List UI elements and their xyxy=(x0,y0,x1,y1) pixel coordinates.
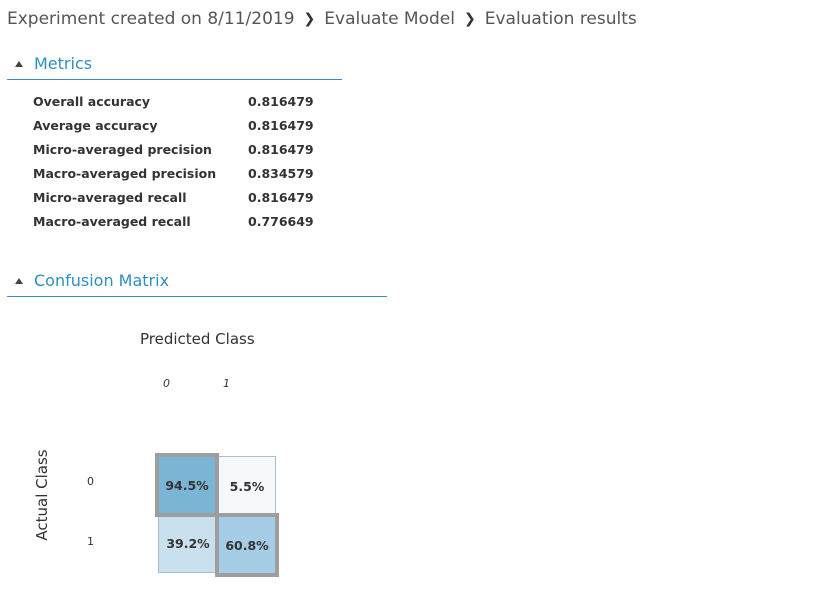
metric-row: Micro-averaged recall 0.816479 xyxy=(33,185,314,209)
chevron-right-icon: ❯ xyxy=(303,11,316,27)
metric-value: 0.816479 xyxy=(248,189,314,205)
matrix-cell: 5.5% xyxy=(218,456,276,516)
breadcrumb: Experiment created on 8/11/2019 ❯ Evalua… xyxy=(7,8,637,30)
matrix-cell: 60.8% xyxy=(215,513,279,577)
metric-row: Average accuracy 0.816479 xyxy=(33,113,314,137)
metric-row: Micro-averaged precision 0.816479 xyxy=(33,137,314,161)
metric-value: 0.816479 xyxy=(248,141,314,157)
actual-row-label: 0 xyxy=(87,475,94,488)
metric-label: Macro-averaged precision xyxy=(33,165,217,181)
metric-label: Overall accuracy xyxy=(33,93,151,109)
predicted-column-label: 0 xyxy=(163,377,170,390)
breadcrumb-evaluate-model[interactable]: Evaluate Model xyxy=(324,9,455,29)
matrix-cell: 94.5% xyxy=(155,453,219,517)
matrix-cell: 39.2% xyxy=(158,514,218,573)
metric-value: 0.816479 xyxy=(248,117,314,133)
metric-value: 0.816479 xyxy=(248,93,314,109)
predicted-class-label: Predicted Class xyxy=(140,330,255,348)
metric-label: Macro-averaged recall xyxy=(33,213,191,229)
metric-label: Micro-averaged recall xyxy=(33,189,187,205)
metric-row: Macro-averaged precision 0.834579 xyxy=(33,161,314,185)
breadcrumb-evaluation-results: Evaluation results xyxy=(484,9,637,29)
predicted-column-label: 1 xyxy=(223,377,230,390)
collapse-triangle-icon[interactable] xyxy=(15,277,23,284)
chevron-right-icon: ❯ xyxy=(463,11,476,27)
metric-row: Overall accuracy 0.816479 xyxy=(33,89,314,113)
metric-label: Average accuracy xyxy=(33,117,158,133)
metrics-table: Overall accuracy 0.816479 Average accura… xyxy=(33,89,314,233)
metric-value: 0.834579 xyxy=(248,165,314,181)
breadcrumb-experiment[interactable]: Experiment created on 8/11/2019 xyxy=(7,9,295,29)
actual-row-label: 1 xyxy=(87,535,94,548)
metric-label: Micro-averaged precision xyxy=(33,141,212,157)
metric-value: 0.776649 xyxy=(248,213,314,229)
metrics-title: Metrics xyxy=(34,54,93,73)
confusion-matrix-grid: 5.5% 39.2% 94.5% 60.8% xyxy=(155,453,279,577)
confusion-matrix-section-header[interactable]: Confusion Matrix xyxy=(7,265,387,297)
metric-row: Macro-averaged recall 0.776649 xyxy=(33,209,314,233)
metrics-section-header[interactable]: Metrics xyxy=(7,48,342,80)
actual-class-label: Actual Class xyxy=(33,449,51,541)
collapse-triangle-icon[interactable] xyxy=(15,60,23,67)
confusion-matrix-title: Confusion Matrix xyxy=(34,271,170,290)
